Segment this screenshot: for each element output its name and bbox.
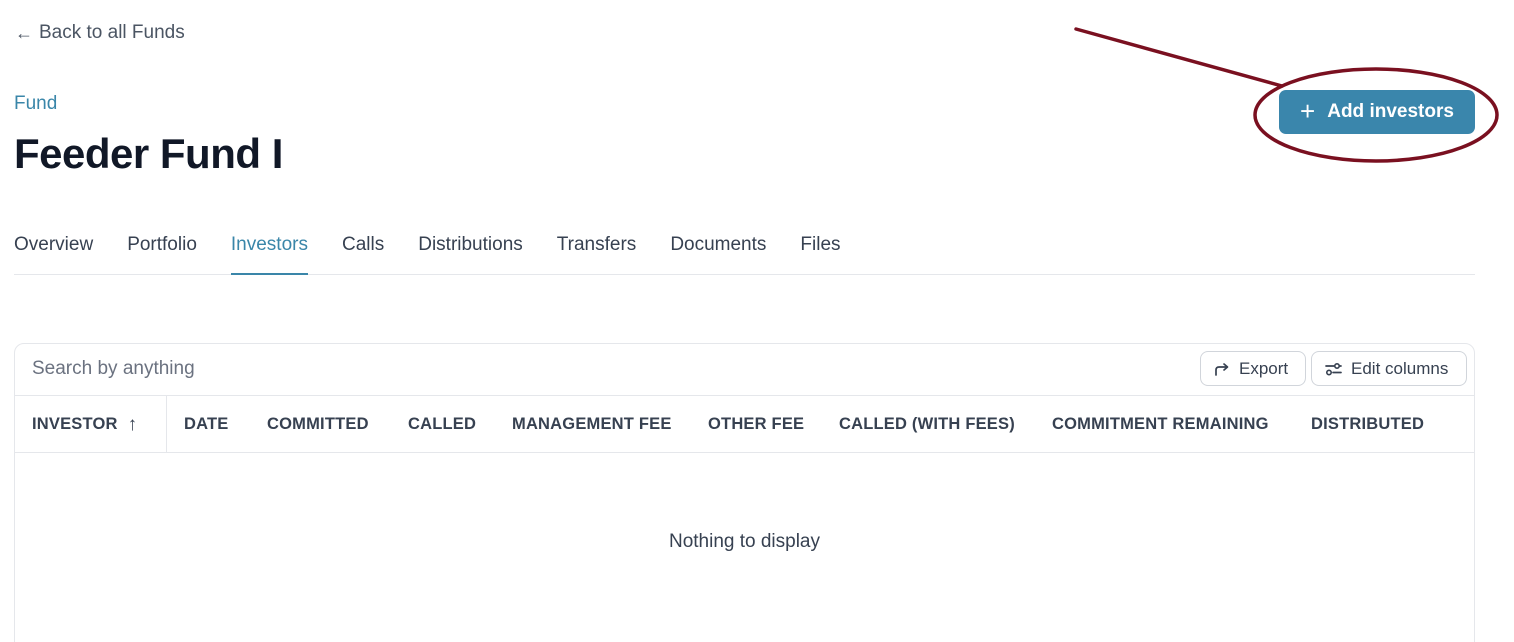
tab-bar: Overview Portfolio Investors Calls Distr… xyxy=(14,226,1475,275)
tab-documents[interactable]: Documents xyxy=(670,226,766,274)
export-button[interactable]: Export xyxy=(1200,351,1306,386)
tab-files[interactable]: Files xyxy=(800,226,840,274)
back-link-label: Back to all Funds xyxy=(39,22,185,43)
breadcrumb-fund[interactable]: Fund xyxy=(14,93,57,115)
tab-portfolio[interactable]: Portfolio xyxy=(127,226,197,274)
tab-calls[interactable]: Calls xyxy=(342,226,384,274)
column-header-commitment-remaining[interactable]: COMMITMENT REMAINING xyxy=(1052,396,1269,452)
export-icon xyxy=(1215,362,1229,376)
column-header-management-fee[interactable]: MANAGEMENT FEE xyxy=(512,396,672,452)
sort-ascending-icon[interactable]: ↑ xyxy=(128,415,138,434)
arrow-left-icon: ← xyxy=(15,23,33,43)
search-input[interactable] xyxy=(15,344,949,394)
column-header-other-fee[interactable]: OTHER FEE xyxy=(708,396,804,452)
sliders-icon xyxy=(1325,362,1342,376)
tab-overview[interactable]: Overview xyxy=(14,226,93,274)
table-toolbar: Export Edit columns xyxy=(15,344,1474,396)
column-header-called[interactable]: CALLED xyxy=(408,396,476,452)
tab-transfers[interactable]: Transfers xyxy=(557,226,637,274)
annotation-arrow xyxy=(1074,27,1284,88)
page: ← Back to all Funds Fund Feeder Fund I +… xyxy=(0,0,1514,642)
export-label: Export xyxy=(1239,358,1289,378)
column-header-distributed[interactable]: DISTRIBUTED xyxy=(1311,396,1424,452)
tab-investors[interactable]: Investors xyxy=(230,226,309,275)
add-investors-button[interactable]: + Add investors xyxy=(1279,90,1475,134)
column-header-committed[interactable]: COMMITTED xyxy=(267,396,369,452)
back-to-funds-link[interactable]: ← Back to all Funds xyxy=(15,22,185,44)
edit-columns-label: Edit columns xyxy=(1351,358,1449,378)
add-investors-label: Add investors xyxy=(1327,101,1454,122)
column-header-date[interactable]: DATE xyxy=(184,396,229,452)
investors-table: Export Edit columns INVESTOR ↑ DATE COMM… xyxy=(14,343,1475,642)
plus-icon: + xyxy=(1300,96,1316,126)
column-header-called-with-fees[interactable]: CALLED (WITH FEES) xyxy=(839,396,1015,452)
table-header-row: INVESTOR ↑ DATE COMMITTED CALLED MANAGEM… xyxy=(15,396,1474,453)
edit-columns-button[interactable]: Edit columns xyxy=(1311,351,1467,386)
empty-state-message: Nothing to display xyxy=(668,531,821,552)
column-header-investor[interactable]: INVESTOR ↑ xyxy=(15,396,167,452)
page-title: Feeder Fund I xyxy=(14,130,283,177)
tab-distributions[interactable]: Distributions xyxy=(418,226,523,274)
